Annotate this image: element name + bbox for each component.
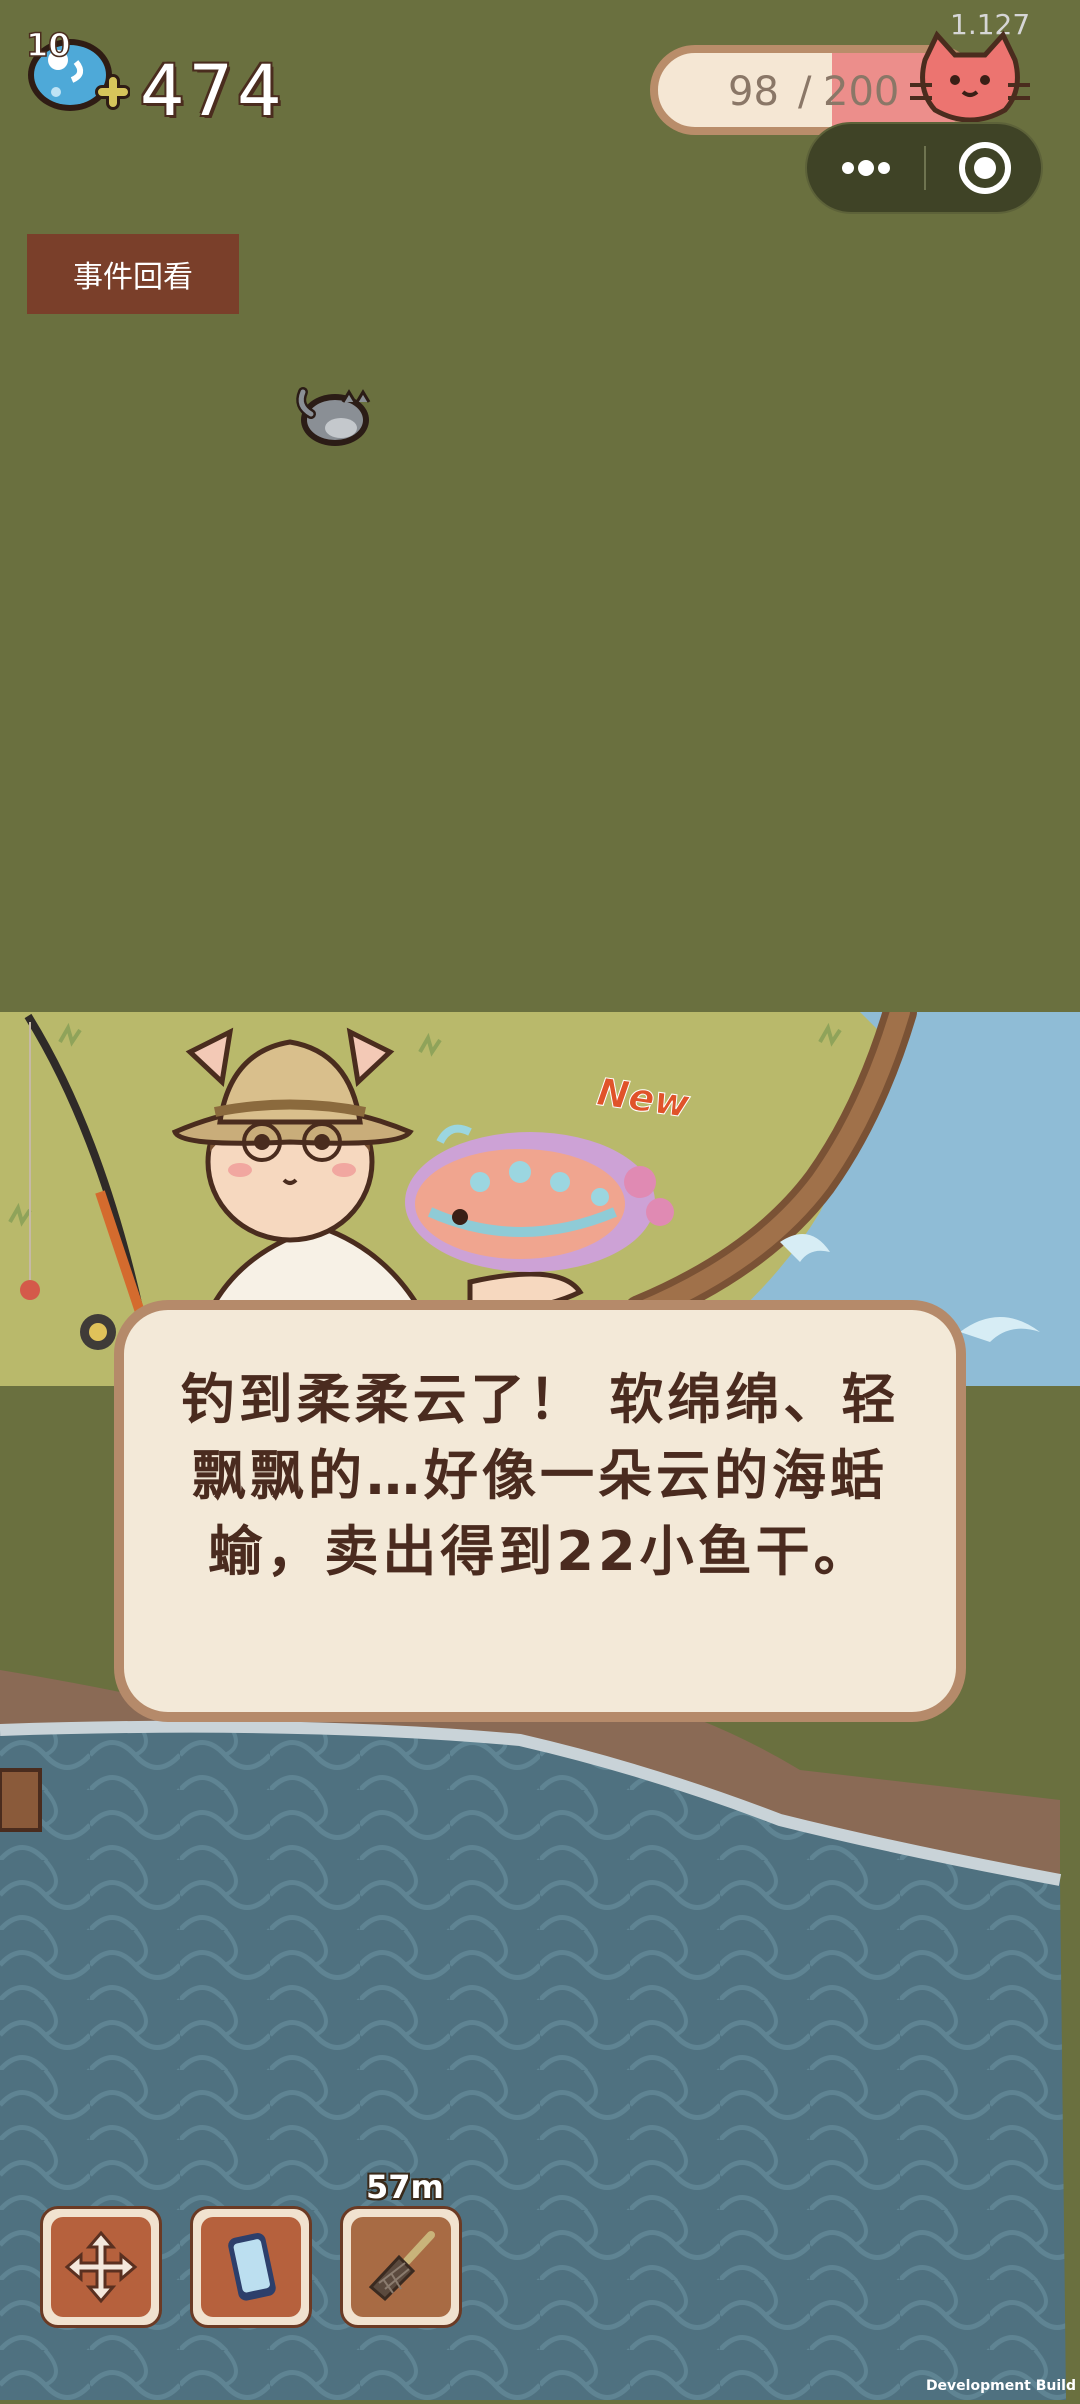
target-circle-icon[interactable] [926, 124, 1044, 212]
fishing-net-button[interactable] [340, 2206, 462, 2328]
move-arrows-icon [51, 2217, 151, 2317]
event-review-button[interactable]: 事件回看 [27, 234, 239, 314]
phone-button[interactable] [190, 2206, 312, 2328]
dev-build-label: Development Build [925, 2378, 1076, 2394]
miniprogram-capsule [805, 122, 1043, 214]
fish-level-label: 10 [25, 25, 71, 65]
energy-max: 200 [823, 69, 900, 115]
more-dots-icon[interactable] [807, 124, 925, 212]
move-button[interactable] [40, 2206, 162, 2328]
depth-label: 57m [366, 2168, 444, 2206]
gray-cat-sprite[interactable] [285, 372, 375, 452]
energy-current: 98 [728, 69, 779, 115]
dialog-text: 钓到柔柔云了！ 软绵绵、轻飘飘的…好像一朵云的海蛞蝓，卖出得到22小鱼干。 [180, 1368, 900, 1583]
catch-dialog[interactable]: 钓到柔柔云了！ 软绵绵、轻飘飘的…好像一朵云的海蛞蝓，卖出得到22小鱼干。 [114, 1300, 966, 1722]
fish-count: 474 [140, 50, 286, 132]
energy-separator: / [798, 69, 812, 115]
phone-icon [201, 2217, 301, 2317]
fishing-net-icon [351, 2217, 451, 2317]
